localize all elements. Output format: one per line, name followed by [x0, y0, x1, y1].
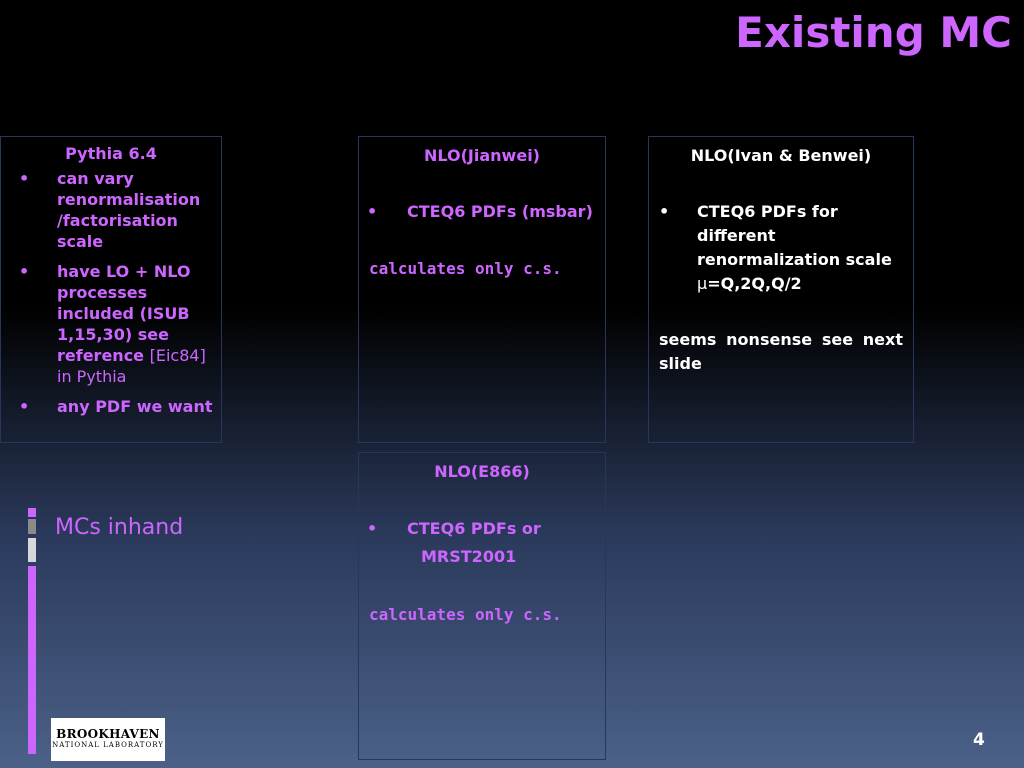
side-accent-bar	[28, 566, 36, 754]
bullet-glyph: •	[19, 169, 30, 188]
list-item: • any PDF we want	[1, 396, 221, 417]
e866-paragraph: calculates only c.s.	[369, 605, 562, 624]
ivan-bullet-tail: =Q,2Q,Q/2	[707, 274, 802, 293]
list-item: • have LO + NLO processes included (ISUB…	[1, 261, 221, 387]
ivan-paragraph: seems nonsense see next slide	[659, 330, 903, 373]
pythia-box: Pythia 6.4 • can vary renormalisation /f…	[0, 136, 222, 443]
list-item: • CTEQ6 PDFs for different renormalizati…	[649, 200, 913, 296]
bullet-glyph: •	[659, 202, 670, 221]
mcs-inhand-label: MCs inhand	[55, 515, 184, 540]
jianwei-box: NLO(Jianwei) • CTEQ6 PDFs (msbar) calcul…	[358, 136, 606, 443]
slide-title: Existing MC	[735, 8, 1012, 57]
e866-sub: MRST2001	[421, 547, 517, 566]
list-item: • CTEQ6 PDFs (msbar)	[359, 200, 605, 224]
pythia-header: Pythia 6.4	[65, 144, 157, 163]
bullet-glyph: •	[19, 262, 30, 281]
side-accent-bar	[28, 538, 36, 562]
logo-line-1: BROOKHAVEN	[56, 727, 160, 741]
bullet-glyph: •	[367, 519, 378, 538]
list-item: • CTEQ6 PDFs or	[359, 517, 605, 541]
page-number: 4	[973, 730, 985, 750]
logo-line-2: NATIONAL LABORATORY	[52, 741, 164, 749]
mu-symbol: μ	[697, 274, 708, 293]
e866-bullet: CTEQ6 PDFs or	[407, 519, 541, 538]
side-accent-bar	[28, 508, 36, 517]
e866-box: NLO(E866) • CTEQ6 PDFs or MRST2001 calcu…	[358, 452, 606, 760]
jianwei-bullet: CTEQ6 PDFs (msbar)	[407, 202, 593, 221]
bullet-glyph: •	[19, 397, 30, 416]
pythia-bullet-1: can vary renormalisation /factorisation …	[57, 169, 201, 251]
e866-header: NLO(E866)	[434, 462, 530, 481]
side-accent-bar	[28, 519, 36, 534]
jianwei-paragraph: calculates only c.s.	[369, 259, 562, 278]
brookhaven-logo: BROOKHAVEN NATIONAL LABORATORY	[51, 718, 165, 761]
list-item: • can vary renormalisation /factorisatio…	[1, 168, 221, 252]
ivan-bullet-main: CTEQ6 PDFs for different renormalization…	[697, 202, 892, 269]
bullet-glyph: •	[367, 202, 378, 221]
pythia-bullet-3: any PDF we want	[57, 397, 213, 416]
ivan-box: NLO(Ivan & Benwei) • CTEQ6 PDFs for diff…	[648, 136, 914, 443]
jianwei-header: NLO(Jianwei)	[424, 146, 540, 165]
ivan-header: NLO(Ivan & Benwei)	[690, 146, 872, 165]
